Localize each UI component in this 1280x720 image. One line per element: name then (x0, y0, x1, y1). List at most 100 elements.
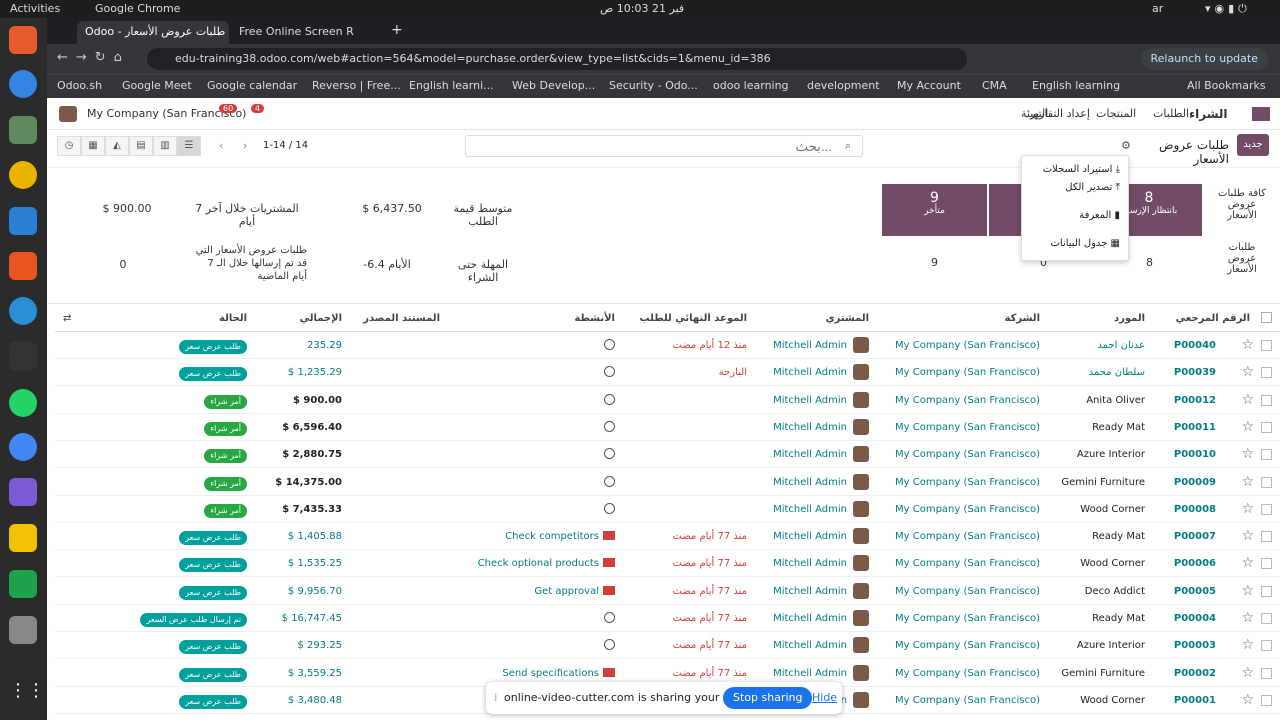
col-status[interactable]: الحالة (219, 313, 247, 324)
favorite-star-icon[interactable]: ☆ (1241, 446, 1254, 462)
row-checkbox[interactable] (1261, 667, 1272, 679)
row-ref[interactable]: P00006 (1174, 558, 1216, 569)
bookmark-item[interactable]: Reverso | Free... (312, 79, 401, 92)
row-checkbox[interactable] (1261, 367, 1272, 379)
clock-icon[interactable] (604, 639, 615, 651)
pager-value[interactable]: 1-14 / 14 (263, 140, 308, 151)
clock-icon[interactable] (604, 339, 615, 350)
new-tab-button[interactable]: + (387, 21, 407, 44)
all-bookmarks[interactable]: All Bookmarks (1187, 79, 1266, 92)
table-row[interactable]: ☆ P00040 عدنان احمد My Company (San Francis… (55, 332, 1280, 359)
row-company[interactable]: My Company (San Francisco) (895, 504, 1040, 515)
favorite-star-icon[interactable]: ☆ (1241, 610, 1254, 626)
row-checkbox[interactable] (1261, 394, 1272, 406)
row-checkbox[interactable] (1261, 476, 1272, 488)
show-apps-icon[interactable]: ⋮⋮ (9, 680, 45, 708)
favorite-star-icon[interactable]: ☆ (1241, 665, 1254, 681)
drag-handle-icon[interactable]: ⁞ (494, 691, 498, 704)
row-activity[interactable]: Send specifications (502, 668, 599, 679)
bookmark-item[interactable]: Google calendar (207, 79, 297, 92)
tab-screen-recorder[interactable]: Free Online Screen R (231, 21, 371, 44)
row-vendor[interactable]: Ready Mat (1092, 531, 1145, 542)
row-vendor[interactable]: Ready Mat (1092, 422, 1145, 433)
pager-prev-icon[interactable]: ‹ (219, 139, 223, 152)
row-company[interactable]: My Company (San Francisco) (895, 613, 1040, 624)
col-vendor[interactable]: المورد (1114, 313, 1145, 324)
row-checkbox[interactable] (1261, 449, 1272, 461)
table-row[interactable]: ☆ P00006 Wood Corner My Company (San Franci… (55, 550, 1280, 578)
language-indicator[interactable]: ar (1152, 2, 1163, 15)
row-checkbox[interactable] (1261, 421, 1272, 433)
app-logo-icon[interactable] (1252, 107, 1270, 121)
col-total[interactable]: الإجمالي (300, 313, 342, 324)
pivot-view-icon[interactable]: ▤ (129, 136, 153, 156)
favorite-star-icon[interactable]: ☆ (1241, 392, 1254, 408)
chrome-icon[interactable] (9, 433, 37, 461)
row-ref[interactable]: P00040 (1174, 340, 1216, 351)
row-ref[interactable]: P00005 (1174, 586, 1216, 597)
tab-odoo[interactable]: Odoo - طلبات عروض الأسعار (77, 21, 229, 44)
browser-icon[interactable] (9, 70, 37, 98)
row-company[interactable]: My Company (San Francisco) (895, 422, 1040, 433)
row-company[interactable]: My Company (San Francisco) (895, 477, 1040, 488)
row-company[interactable]: My Company (San Francisco) (895, 367, 1040, 378)
row-vendor[interactable]: سلطان محمد (1089, 367, 1145, 378)
row-buyer[interactable]: Mitchell Admin (773, 613, 847, 624)
row-checkbox[interactable] (1261, 585, 1272, 597)
menu-knowledge[interactable]: المعرفة ▮ (1079, 210, 1120, 221)
row-company[interactable]: My Company (San Francisco) (895, 586, 1040, 597)
row-ref[interactable]: P00010 (1174, 449, 1216, 460)
table-row[interactable]: ☆ P00004 Ready Mat My Company (San Francisc… (55, 605, 1280, 632)
search-icon[interactable]: ⌕ (845, 139, 851, 153)
row-company[interactable]: My Company (San Francisco) (895, 640, 1040, 651)
table-row[interactable]: ☆ P00003 Azure Interior My Company (San Fra… (55, 632, 1280, 660)
row-checkbox[interactable] (1261, 613, 1272, 624)
user-avatar[interactable] (59, 106, 77, 122)
row-checkbox[interactable] (1261, 531, 1272, 543)
bookmark-item[interactable]: Security - Odo... (609, 79, 698, 92)
clock-icon[interactable] (604, 475, 615, 487)
col-ref[interactable]: الرقم المرجعي (1176, 313, 1250, 324)
row-ref[interactable]: P00012 (1174, 395, 1216, 406)
chat-badge[interactable]: 4 (251, 104, 265, 113)
row-vendor[interactable]: Gemini Furniture (1061, 668, 1145, 679)
status-icons[interactable]: ▾◉▮⏻ (1205, 2, 1251, 16)
activity-badge[interactable]: 60 (219, 104, 238, 113)
help-icon[interactable] (9, 297, 37, 325)
col-company[interactable]: الشركة (1005, 313, 1040, 324)
row-vendor[interactable]: Ready Mat (1092, 613, 1145, 624)
clock-icon[interactable] (604, 420, 615, 432)
row-ref[interactable]: P00004 (1174, 613, 1216, 624)
table-row[interactable]: ☆ P00039 سلطان محمد My Company (San Francis… (55, 359, 1280, 387)
row-vendor[interactable]: Deco Addict (1085, 586, 1145, 597)
row-ref[interactable]: P00009 (1174, 477, 1216, 488)
hide-button[interactable]: Hide (812, 691, 837, 704)
row-buyer[interactable]: Mitchell Admin (773, 340, 847, 351)
row-vendor[interactable]: Azure Interior (1077, 640, 1145, 651)
row-buyer[interactable]: Mitchell Admin (773, 367, 847, 378)
table-row[interactable]: ☆ P00005 Deco Addict My Company (San Franci… (55, 578, 1280, 605)
bookmark-folder[interactable]: odoo learning (713, 79, 789, 92)
favorite-star-icon[interactable]: ☆ (1241, 583, 1254, 599)
row-buyer[interactable]: Mitchell Admin (773, 449, 847, 460)
row-buyer[interactable]: Mitchell Admin (773, 422, 847, 433)
col-buyer[interactable]: المشتري (825, 313, 869, 324)
trash-icon[interactable] (9, 616, 37, 644)
nav-buttons-icon[interactable]: ←→↻⌂ (57, 50, 130, 65)
row-company[interactable]: My Company (San Francisco) (895, 668, 1040, 679)
row-vendor[interactable]: Wood Corner (1080, 695, 1145, 706)
clock-icon[interactable] (604, 366, 615, 378)
search-input[interactable] (465, 135, 863, 157)
table-row[interactable]: ☆ P00011 Ready Mat My Company (San Francisc… (55, 414, 1280, 441)
relaunch-button[interactable]: Relaunch to update (1140, 48, 1268, 70)
activity-type-icon[interactable] (603, 531, 615, 541)
favorite-star-icon[interactable]: ☆ (1241, 419, 1254, 435)
bookmark-folder[interactable]: CMA (982, 79, 1007, 92)
row-buyer[interactable]: Mitchell Admin (773, 477, 847, 488)
table-row[interactable]: ☆ P00007 Ready Mat My Company (San Francisc… (55, 523, 1280, 551)
menu-export-all[interactable]: تصدير الكل ⤒ (1065, 182, 1120, 193)
rhythmbox-icon[interactable] (9, 161, 37, 189)
row-buyer[interactable]: Mitchell Admin (773, 558, 847, 569)
menu-products[interactable]: المنتجات (1096, 107, 1136, 120)
row-activity[interactable]: Get approval (534, 586, 599, 597)
